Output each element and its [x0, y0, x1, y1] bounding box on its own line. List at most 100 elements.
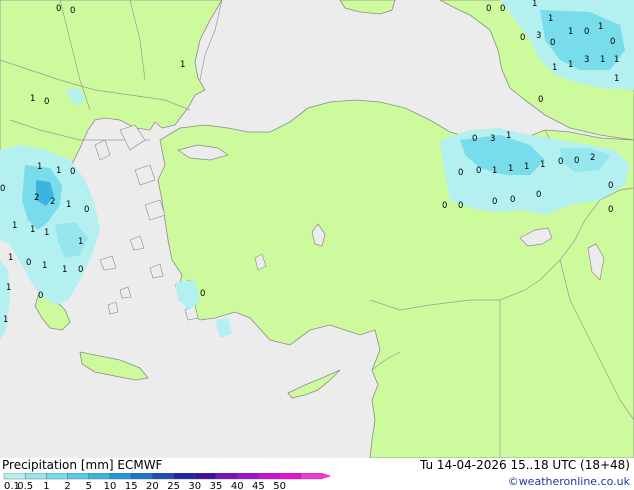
- forecast-time: Tu 14-04-2026 15..18 UTC (18+48): [419, 458, 630, 472]
- legend-swatch: [67, 473, 89, 480]
- label-ct-1: 0: [472, 134, 477, 144]
- label-nw-1: 0: [56, 4, 61, 14]
- precipitation-map: 0 0 1 1 0 1 1 0 2 2 1 0 1 1 1 1 1 0 1 0 …: [0, 0, 634, 458]
- legend-tick-label: 1: [43, 481, 49, 490]
- label-gr-8: 1: [12, 221, 17, 231]
- label-ct-7: 0: [476, 166, 481, 176]
- label-ne-6: 3: [536, 31, 541, 41]
- legend-swatch: [215, 473, 238, 480]
- label-ne-11: 1: [552, 63, 557, 73]
- label-bal-1: 1: [30, 94, 35, 104]
- label-ct-2: 0: [458, 168, 463, 178]
- legend-tick-label: 50: [273, 481, 286, 490]
- legend-swatch: [236, 473, 259, 480]
- legend-swatch: [173, 473, 196, 480]
- label-ct-19: 0: [536, 190, 541, 200]
- legend-swatch: [88, 473, 111, 480]
- legend-swatch: [109, 473, 132, 480]
- legend-tick-label: 20: [146, 481, 159, 490]
- label-ne-2: 0: [500, 4, 505, 14]
- label-ne-18: 0: [610, 37, 615, 47]
- label-ne-13: 3: [584, 55, 589, 65]
- label-gr-14: 1: [42, 261, 47, 271]
- legend-arrow: [322, 473, 330, 479]
- legend-swatch: [25, 473, 47, 480]
- label-ct-15: 0: [492, 197, 497, 207]
- label-ct-16: 0: [510, 195, 515, 205]
- label-gr-9: 1: [30, 225, 35, 235]
- legend-ticks: 0.10.5 1 2 5 10 15 20 25 30 35 40 45 50: [4, 481, 286, 490]
- legend-swatch: [258, 473, 280, 480]
- legend-swatches: [3, 473, 330, 480]
- legend-swatch: [3, 473, 26, 480]
- label-gr-20: 0: [0, 184, 5, 194]
- legend-tick-label: 25: [167, 481, 180, 490]
- label-bal-2: 0: [44, 97, 49, 107]
- label-ne-4: 1: [548, 14, 553, 24]
- legend-tick-label: 35: [210, 481, 223, 490]
- legend-bar: Precipitation [mm] ECMWF Tu 14-04-2026 1…: [0, 458, 634, 490]
- label-ct-5: 3: [490, 134, 495, 144]
- legend-swatch: [152, 473, 174, 480]
- label-ne-12: 1: [568, 60, 573, 70]
- label-ct-14: 2: [590, 153, 595, 163]
- legend-tick-label: 40: [231, 481, 244, 490]
- color-scale: 0.10.5 1 2 5 10 15 20 25 30 35 40 45 50: [3, 473, 330, 490]
- legend-tick-label: 5: [86, 481, 92, 490]
- label-gr-11: 1: [78, 237, 83, 247]
- label-nw-2: 0: [70, 6, 75, 16]
- credit-link[interactable]: ©weatheronline.co.uk: [508, 475, 630, 489]
- label-gr-19: 1: [3, 315, 8, 325]
- label-gr-15: 0: [78, 265, 83, 275]
- label-gr-4: 2: [34, 193, 39, 203]
- label-ct-10: 1: [524, 162, 529, 172]
- legend-swatch: [300, 473, 323, 480]
- legend-tick-label: 10: [104, 481, 117, 490]
- legend-tick-label: 45: [252, 481, 265, 490]
- label-gr-1: 1: [37, 162, 42, 172]
- label-ne-16: 1: [614, 74, 619, 84]
- label-gr-12: 1: [8, 253, 13, 263]
- label-gr-13: 0: [26, 258, 31, 268]
- label-gr-3: 0: [70, 167, 75, 177]
- legend-tick-label: 2: [64, 481, 70, 490]
- label-ct-9: 1: [508, 164, 513, 174]
- legend-tick-label: 15: [125, 481, 138, 490]
- label-ne-7: 0: [550, 38, 555, 48]
- label-gr-2: 1: [56, 166, 61, 176]
- label-nw-3: 1: [180, 60, 185, 70]
- label-ct-13: 0: [574, 156, 579, 166]
- label-gr-5: 2: [50, 197, 55, 207]
- legend-swatch: [279, 473, 302, 480]
- legend-tick-label: 30: [188, 481, 201, 490]
- label-ct-8: 1: [492, 166, 497, 176]
- label-gr-6: 1: [66, 200, 71, 210]
- label-ne-15: 1: [614, 55, 619, 65]
- legend-swatch: [194, 473, 217, 480]
- label-ct-4: 0: [458, 201, 463, 211]
- label-ct-11: 1: [540, 160, 545, 170]
- legend-swatch: [130, 473, 153, 480]
- label-gr-16: 1: [62, 265, 67, 275]
- label-ne-9: 0: [584, 27, 589, 37]
- map-title: Precipitation [mm] ECMWF: [2, 458, 163, 472]
- label-gr-7: 0: [84, 205, 89, 215]
- label-gr-17: 0: [38, 291, 43, 301]
- label-ct-17: 0: [608, 181, 613, 191]
- legend-tick-label: 0.5: [17, 481, 33, 490]
- label-ne-3: 1: [532, 0, 537, 9]
- legend-swatch: [46, 473, 68, 480]
- label-ct-18: 0: [608, 205, 613, 215]
- label-ne-1: 0: [486, 4, 491, 14]
- label-ne-14: 1: [600, 55, 605, 65]
- label-ne-10: 1: [598, 22, 603, 32]
- label-ne-17: 0: [538, 95, 543, 105]
- label-ct-12: 0: [558, 157, 563, 167]
- label-ne-5: 0: [520, 33, 525, 43]
- label-gr-10: 1: [44, 228, 49, 238]
- label-ne-8: 1: [568, 27, 573, 37]
- label-ct-6: 1: [506, 131, 511, 141]
- label-ct-3: 0: [442, 201, 447, 211]
- label-aeg-1: 0: [200, 289, 205, 299]
- label-gr-18: 1: [6, 283, 11, 293]
